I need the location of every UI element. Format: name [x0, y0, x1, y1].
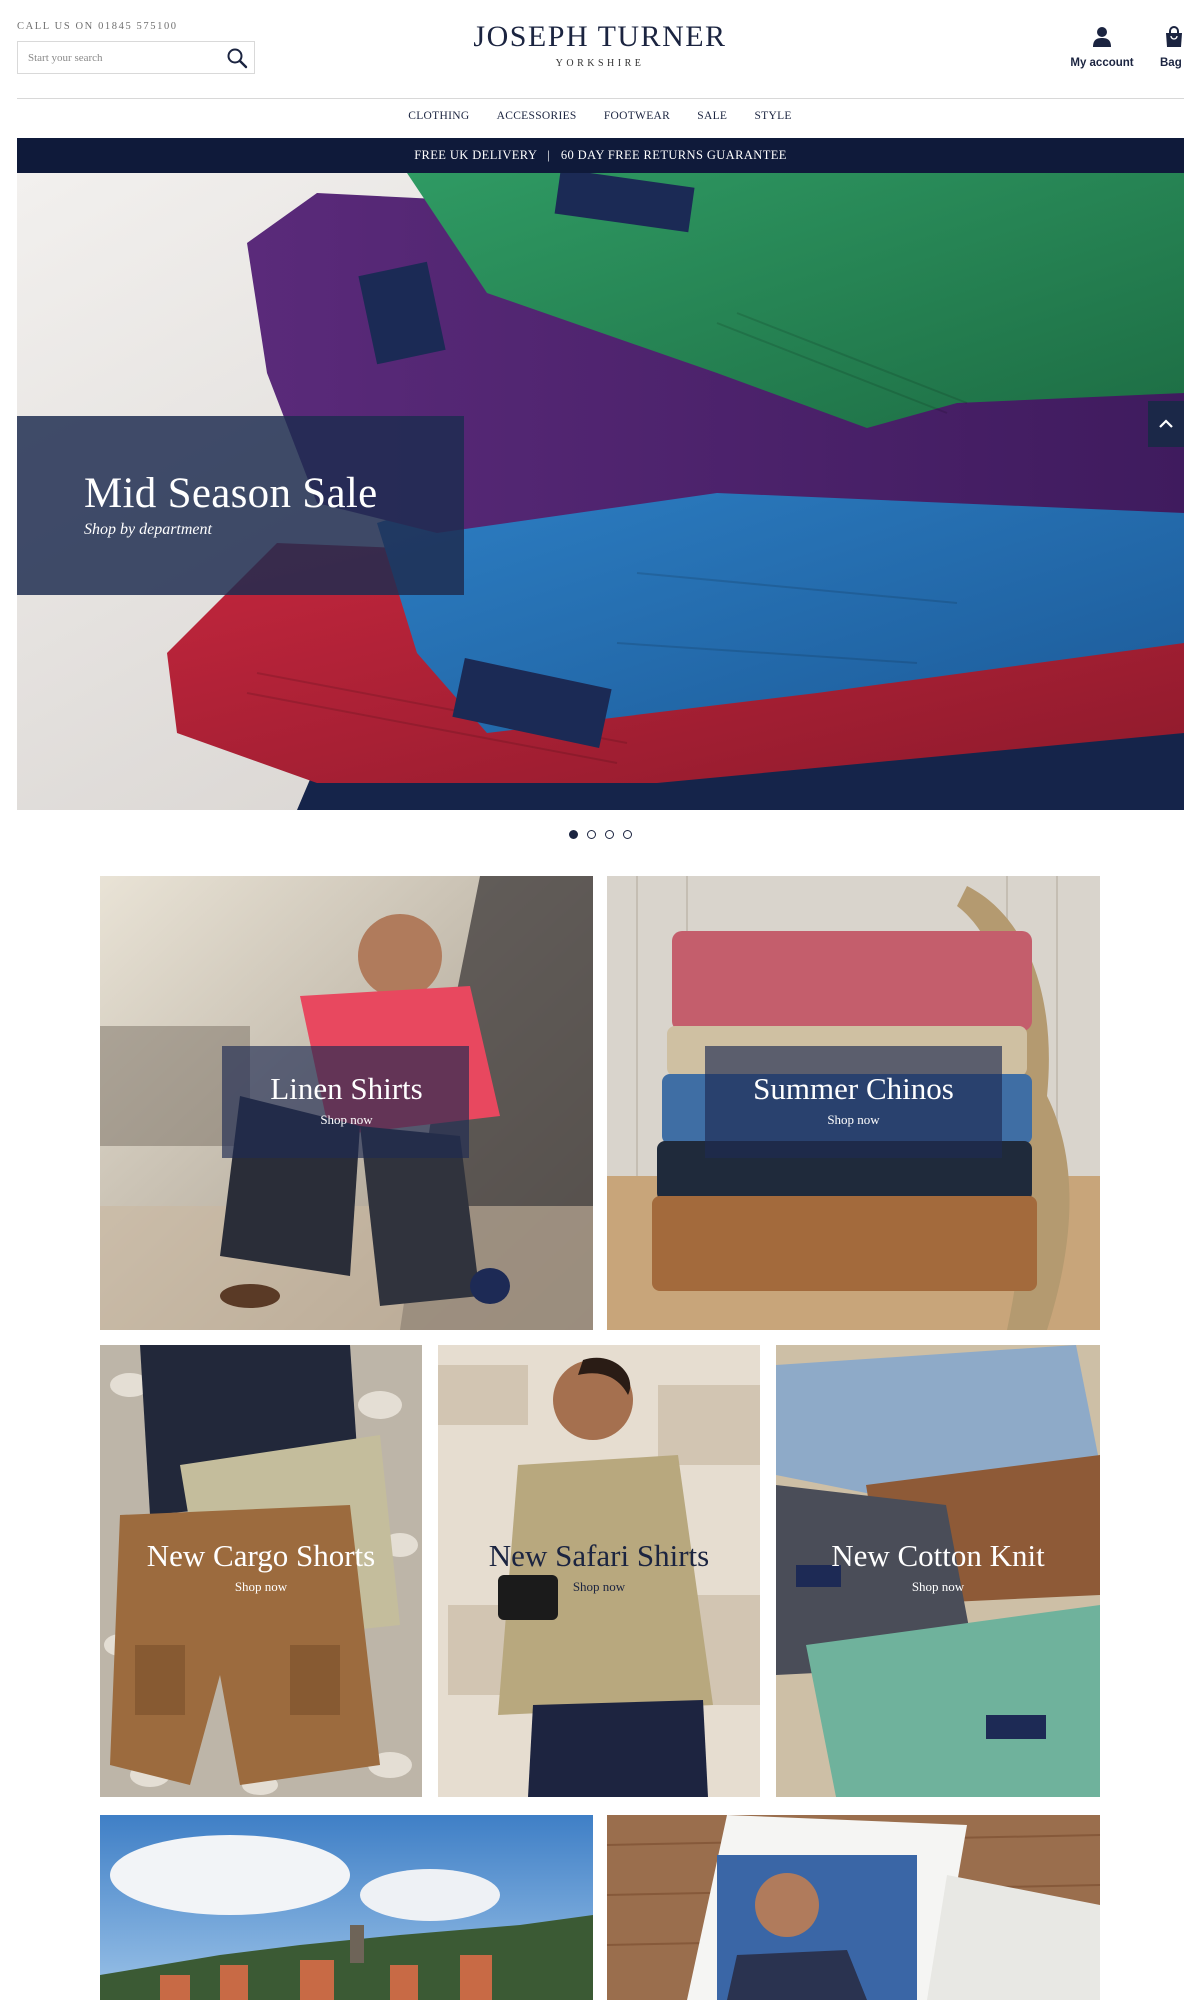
tile-cta[interactable]: Shop now	[607, 1112, 1100, 1128]
tile-title: New Cotton Knit	[831, 1538, 1045, 1573]
chevron-up-icon	[1148, 419, 1184, 451]
nav-item-style[interactable]: STYLE	[754, 110, 791, 122]
tile-title: Summer Chinos	[753, 1071, 954, 1106]
tile-safari-shirts[interactable]: New Safari Shirts Shop now	[438, 1345, 760, 1797]
my-account-link[interactable]: My account	[1062, 26, 1142, 69]
carousel-dot-1[interactable]	[568, 830, 578, 839]
search-box	[17, 41, 255, 74]
tile-cta[interactable]: Shop now	[100, 1579, 422, 1595]
hero-subtitle[interactable]: Shop by department	[84, 521, 212, 539]
tile-cta[interactable]: Shop now	[776, 1579, 1100, 1595]
hero-title: Mid Season Sale	[84, 470, 378, 517]
tile-title: Linen Shirts	[270, 1071, 423, 1106]
carousel-dot-3[interactable]	[604, 830, 614, 839]
scroll-to-top-button[interactable]	[1148, 401, 1184, 447]
promo-banner[interactable]: FREE UK DELIVERY | 60 DAY FREE RETURNS G…	[17, 138, 1184, 173]
tile-image-coastal-town	[100, 1815, 593, 2000]
tile-title: New Cargo Shorts	[146, 1538, 376, 1573]
my-account-label: My account	[1070, 57, 1134, 69]
tile-cargo-shorts[interactable]: New Cargo Shorts Shop now	[100, 1345, 422, 1797]
logo-tagline: YORKSHIRE	[555, 58, 645, 69]
nav-item-accessories[interactable]: ACCESSORIES	[497, 110, 577, 122]
tile-yorkshire-coast[interactable]	[100, 1815, 593, 2000]
tile-image-catalogue	[607, 1815, 1100, 2000]
hero-text-panel: Mid Season Sale Shop by department	[17, 416, 464, 595]
nav-item-footwear[interactable]: FOOTWEAR	[604, 110, 670, 122]
search-icon[interactable]	[226, 47, 248, 69]
hero-carousel-dots	[0, 826, 1200, 839]
nav-item-clothing[interactable]: CLOTHING	[408, 110, 469, 122]
tile-cta[interactable]: Shop now	[438, 1579, 760, 1595]
shopping-bag-icon	[1160, 26, 1200, 53]
hero-banner[interactable]: Mid Season Sale Shop by department	[17, 173, 1184, 810]
site-header: CALL US ON 01845 575100 JOSEPH TURNER YO…	[0, 0, 1200, 100]
promo-text: FREE UK DELIVERY | 60 DAY FREE RETURNS G…	[414, 148, 787, 162]
tile-cotton-knit[interactable]: New Cotton Knit Shop now	[776, 1345, 1100, 1797]
header-divider	[17, 98, 1184, 99]
bag-label: Bag	[1160, 57, 1182, 69]
tile-summer-chinos[interactable]: Summer Chinos Shop now	[607, 876, 1100, 1330]
search-input[interactable]	[18, 42, 218, 73]
tile-title: New Safari Shirts	[488, 1538, 710, 1573]
site-logo[interactable]: JOSEPH TURNER YORKSHIRE	[400, 20, 800, 70]
carousel-dot-4[interactable]	[622, 830, 632, 839]
nav-item-sale[interactable]: SALE	[697, 110, 727, 122]
call-us-text: CALL US ON 01845 575100	[17, 21, 178, 32]
main-nav: CLOTHING ACCESSORIES FOOTWEAR SALE STYLE	[0, 110, 1200, 122]
shopping-bag-link[interactable]: Bag	[1160, 26, 1200, 69]
user-icon	[1092, 27, 1112, 52]
tile-cta[interactable]: Shop now	[100, 1112, 593, 1128]
carousel-dot-2[interactable]	[586, 830, 596, 839]
tile-linen-shirts[interactable]: Linen Shirts Shop now	[100, 876, 593, 1330]
tile-catalogue[interactable]	[607, 1815, 1100, 2000]
logo-wordmark: JOSEPH TURNER	[473, 20, 727, 53]
